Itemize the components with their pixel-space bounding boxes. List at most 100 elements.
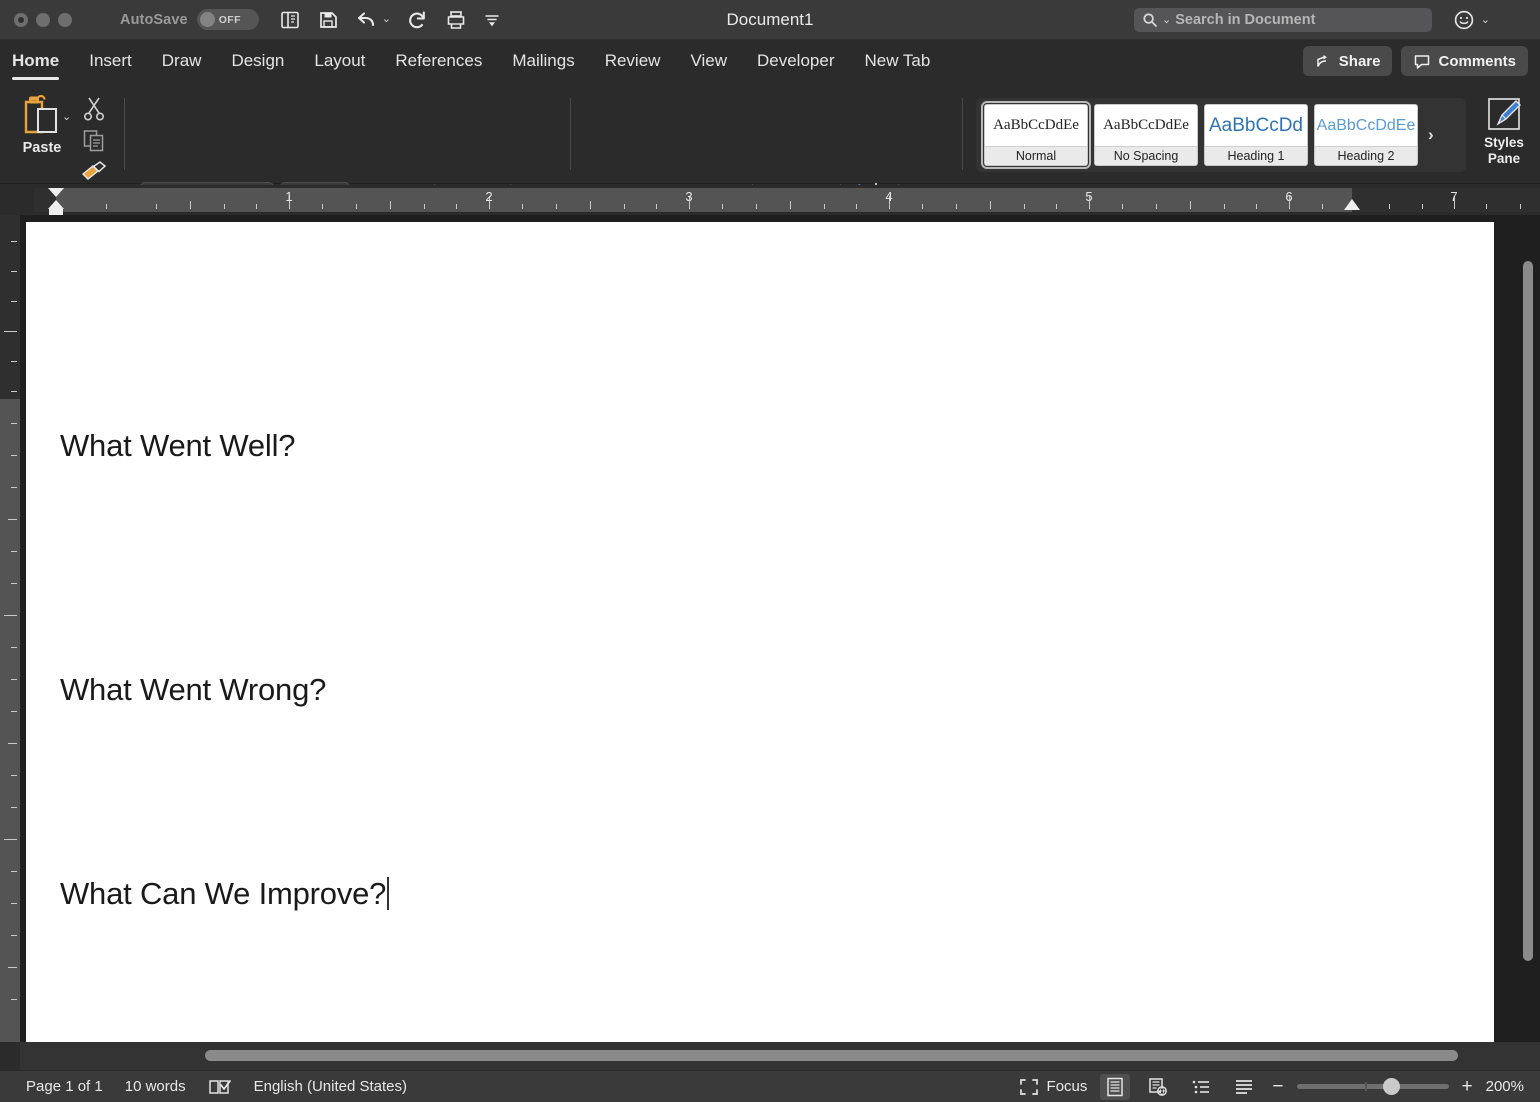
first-line-indent-marker[interactable] (48, 188, 64, 197)
smiley-icon (1454, 10, 1474, 30)
document-page[interactable]: What Went Well? What Went Wrong? What Ca… (26, 222, 1494, 1042)
vruler-top-margin (0, 215, 20, 399)
tab-view[interactable]: View (690, 51, 727, 73)
save-icon[interactable] (317, 9, 339, 31)
draft-view-button[interactable] (1229, 1074, 1259, 1100)
tab-new-tab[interactable]: New Tab (865, 51, 931, 73)
zoom-out-button[interactable]: − (1272, 1076, 1283, 1098)
print-icon[interactable] (445, 9, 467, 31)
autosave-control[interactable]: AutoSave OFF (120, 9, 259, 30)
page-info[interactable]: Page 1 of 1 (26, 1078, 103, 1095)
ruler-number: 5 (1085, 189, 1093, 204)
undo-dropdown-icon[interactable]: ⌄ (382, 14, 391, 25)
tab-insert[interactable]: Insert (89, 51, 132, 73)
vertical-scrollbar[interactable] (1523, 261, 1533, 961)
tab-draw[interactable]: Draw (162, 51, 202, 73)
document-line-3[interactable]: What Can We Improve? (60, 876, 389, 912)
comments-label: Comments (1438, 52, 1516, 70)
search-placeholder: Search in Document (1175, 12, 1316, 28)
undo-button[interactable]: ⌄ (355, 9, 391, 31)
status-bar: Page 1 of 1 10 words English (United Sta… (0, 1070, 1540, 1102)
style-name: Normal (985, 146, 1087, 165)
style-heading-1[interactable]: AaBbCcDd Heading 1 (1204, 104, 1308, 166)
ruler-number: 4 (885, 189, 893, 204)
text-caret (387, 877, 389, 910)
zoom-in-button[interactable]: + (1462, 1076, 1473, 1098)
ruler-number: 7 (1450, 189, 1458, 204)
maximize-window-button[interactable] (58, 12, 72, 27)
customize-toolbar-icon[interactable] (483, 11, 501, 29)
web-layout-view-button[interactable] (1143, 1074, 1173, 1100)
window-controls[interactable] (0, 12, 72, 27)
paste-button[interactable]: Paste (14, 94, 70, 156)
tab-review[interactable]: Review (605, 51, 661, 73)
close-window-button[interactable] (14, 12, 28, 27)
share-button[interactable]: Share (1302, 46, 1393, 76)
right-indent-marker[interactable] (1344, 199, 1360, 210)
paste-label: Paste (22, 140, 62, 156)
styles-gallery-more-icon[interactable]: › (1428, 125, 1434, 145)
styles-pane-label-1: Styles (1484, 135, 1524, 150)
tab-design[interactable]: Design (231, 51, 284, 73)
styles-pane-button[interactable]: Styles Pane (1474, 94, 1534, 166)
styles-gallery[interactable]: AaBbCcDdEe Normal AaBbCcDdEe No Spacing … (976, 98, 1466, 172)
print-layout-view-button[interactable] (1100, 1073, 1131, 1100)
quick-access-toolbar[interactable]: ⌄ (279, 9, 501, 31)
horizontal-scrollbar[interactable] (205, 1050, 1458, 1061)
search-input[interactable]: ⌄ Search in Document (1134, 8, 1432, 32)
language-indicator[interactable]: English (United States) (254, 1078, 407, 1095)
focus-label: Focus (1046, 1078, 1088, 1095)
zoom-slider-knob[interactable] (1382, 1078, 1400, 1095)
ruler-number: 2 (485, 189, 493, 204)
feedback-dropdown-icon[interactable]: ⌄ (1481, 14, 1490, 26)
cut-icon[interactable] (82, 96, 106, 122)
tab-home[interactable]: Home (12, 51, 60, 80)
ruler-number: 1 (285, 189, 293, 204)
copy-icon[interactable] (82, 128, 108, 154)
group-divider (962, 98, 963, 170)
ribbon-toolbar: Paste ⌄ Calibri (Bo... ⌄ 12 ⌄ A A (0, 84, 1540, 253)
tab-mailings[interactable]: Mailings (512, 51, 574, 73)
proofing-check-icon[interactable] (208, 1077, 232, 1097)
tab-developer[interactable]: Developer (757, 51, 835, 73)
style-heading-2[interactable]: AaBbCcDdEe Heading 2 (1314, 104, 1418, 166)
style-normal[interactable]: AaBbCcDdEe Normal (981, 101, 1091, 169)
ruler-number: 6 (1285, 189, 1293, 204)
focus-button[interactable]: Focus (1019, 1078, 1088, 1096)
tab-references[interactable]: References (395, 51, 482, 73)
hanging-indent-marker[interactable] (48, 200, 64, 209)
paste-icon (24, 94, 57, 134)
paste-dropdown-icon[interactable]: ⌄ (62, 112, 71, 123)
feedback-control[interactable]: ⌄ (1453, 9, 1490, 31)
redo-icon[interactable] (407, 9, 429, 31)
layout-icon[interactable] (279, 9, 301, 31)
minimize-window-button[interactable] (36, 12, 50, 27)
zoom-slider-tick (1364, 1082, 1367, 1091)
outline-view-button[interactable] (1186, 1074, 1216, 1100)
word-count[interactable]: 10 words (125, 1078, 186, 1095)
zoom-level[interactable]: 200% (1486, 1078, 1524, 1095)
document-line-2[interactable]: What Went Wrong? (60, 672, 326, 708)
search-icon (1143, 13, 1157, 27)
ruler-track[interactable]: 1 2 3 4 5 6 7 (34, 188, 1540, 216)
ruler-text-area (56, 188, 1352, 212)
horizontal-scrollbar-area[interactable] (20, 1042, 1540, 1070)
print-layout-icon (1107, 1077, 1124, 1096)
style-preview: AaBbCcDdEe (1103, 117, 1189, 133)
document-canvas[interactable]: What Went Well? What Went Wrong? What Ca… (20, 215, 1540, 1042)
zoom-slider[interactable] (1296, 1078, 1449, 1095)
search-dropdown-icon[interactable]: ⌄ (1162, 14, 1171, 26)
comments-button[interactable]: Comments (1401, 46, 1528, 76)
comment-icon (1415, 54, 1430, 69)
group-divider (570, 98, 571, 170)
style-no-spacing[interactable]: AaBbCcDdEe No Spacing (1094, 104, 1198, 166)
word-window: AutoSave OFF ⌄ Document1 ⌄ Search in Doc… (0, 0, 1540, 1102)
autosave-toggle[interactable]: OFF (196, 9, 259, 30)
horizontal-ruler[interactable]: 1 2 3 4 5 6 7 (0, 185, 1540, 216)
format-painter-icon[interactable] (80, 160, 108, 182)
tab-layout[interactable]: Layout (314, 51, 365, 73)
title-bar: AutoSave OFF ⌄ Document1 ⌄ Search in Doc… (0, 0, 1540, 40)
styles-pane-label-2: Pane (1487, 151, 1521, 167)
vertical-ruler[interactable] (0, 215, 20, 1042)
document-line-1[interactable]: What Went Well? (60, 428, 296, 464)
